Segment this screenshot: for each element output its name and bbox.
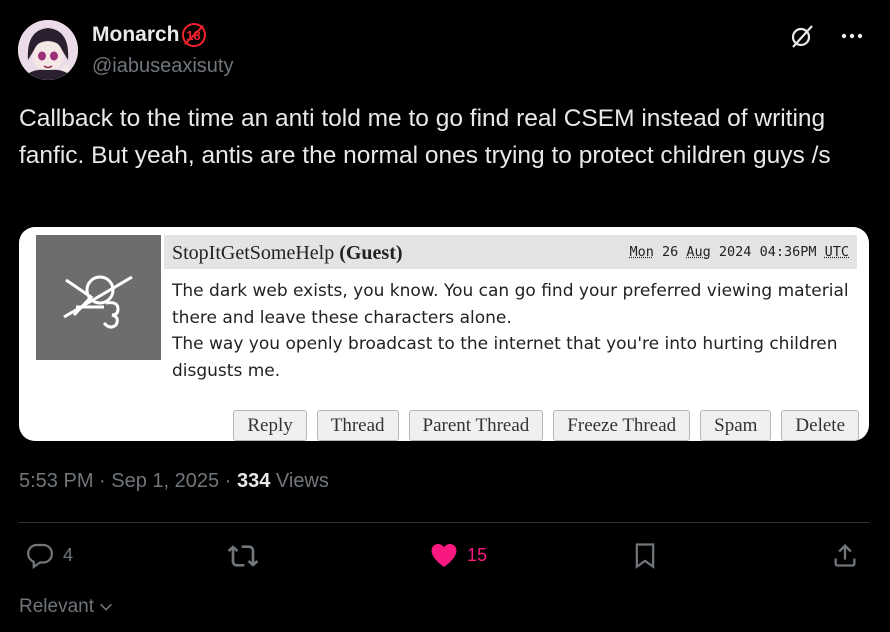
post-date: Mon 26 Aug 2024 04:36PM UTC [629, 244, 849, 260]
post-body-line-2: The way you openly broadcast to the inte… [172, 334, 838, 381]
post-date-day: Mon [629, 244, 654, 260]
display-name[interactable]: Monarch 18 [92, 23, 206, 47]
share-action[interactable] [831, 540, 859, 570]
parent-thread-button[interactable]: Parent Thread [408, 410, 544, 441]
heart-icon [431, 544, 457, 567]
spam-button[interactable]: Spam [700, 410, 772, 441]
post-date-date: 26 [661, 244, 679, 260]
display-name-text: Monarch [92, 23, 180, 46]
share-icon [834, 544, 856, 567]
tweet-actions: 4 15 [19, 540, 869, 580]
sort-dropdown[interactable]: Relevant [19, 596, 114, 618]
tweet-meta: 5:53 PM · Sep 1, 2025 · 334 Views [19, 470, 329, 493]
attached-image[interactable]: StopItGetSomeHelp (Guest) Mon 26 Aug 202… [19, 227, 869, 441]
user-handle[interactable]: @iabuseaxisuty [92, 55, 233, 78]
age-restricted-badge: 18 [181, 23, 206, 47]
post-date-year: 2024 [718, 244, 752, 260]
post-body-line-1: The dark web exists, you know. You can g… [172, 281, 849, 328]
tweet-date[interactable]: Sep 1, 2025 [111, 470, 219, 492]
freeze-thread-button[interactable]: Freeze Thread [553, 410, 691, 441]
avatar[interactable] [18, 20, 78, 80]
bookmark-action[interactable] [631, 540, 659, 570]
thread-button[interactable]: Thread [316, 410, 399, 441]
post-body: The dark web exists, you know. You can g… [172, 278, 862, 384]
reply-count: 4 [63, 544, 74, 565]
reply-button[interactable]: Reply [233, 410, 307, 441]
sort-label: Relevant [19, 596, 94, 617]
reply-action[interactable]: 4 [25, 540, 73, 570]
divider [19, 522, 869, 523]
more-options-icon[interactable] [838, 22, 866, 50]
post-date-tz: UTC [824, 244, 849, 260]
post-header: StopItGetSomeHelp (Guest) Mon 26 Aug 202… [164, 235, 857, 269]
anime-avatar-icon [18, 20, 78, 80]
meta-separator: · [224, 470, 232, 492]
tweet-time[interactable]: 5:53 PM [19, 470, 93, 492]
like-count: 15 [467, 544, 488, 565]
like-action[interactable]: 15 [429, 540, 487, 570]
post-author-role: (Guest) [339, 242, 403, 264]
post-date-month: Aug [686, 244, 711, 260]
crossed-figure-icon [63, 275, 133, 329]
reply-icon [26, 543, 54, 570]
views-label: Views [275, 470, 329, 492]
bookmark-icon [635, 543, 655, 569]
post-action-buttons: Reply Thread Parent Thread Freeze Thread… [233, 410, 859, 441]
post-author: StopItGetSomeHelp (Guest) [172, 242, 403, 265]
top-actions [788, 22, 866, 50]
guest-avatar [36, 235, 161, 360]
post-date-time: 04:36PM [759, 244, 817, 260]
post-author-name: StopItGetSomeHelp [172, 242, 335, 264]
grok-icon[interactable] [788, 22, 816, 50]
meta-separator: · [99, 470, 106, 492]
delete-button[interactable]: Delete [781, 410, 859, 441]
tweet-text: Callback to the time an anti told me to … [19, 105, 831, 169]
retweet-action[interactable] [227, 540, 267, 572]
views-count: 334 [236, 470, 271, 492]
chevron-down-icon [100, 603, 112, 611]
retweet-icon [227, 545, 259, 567]
